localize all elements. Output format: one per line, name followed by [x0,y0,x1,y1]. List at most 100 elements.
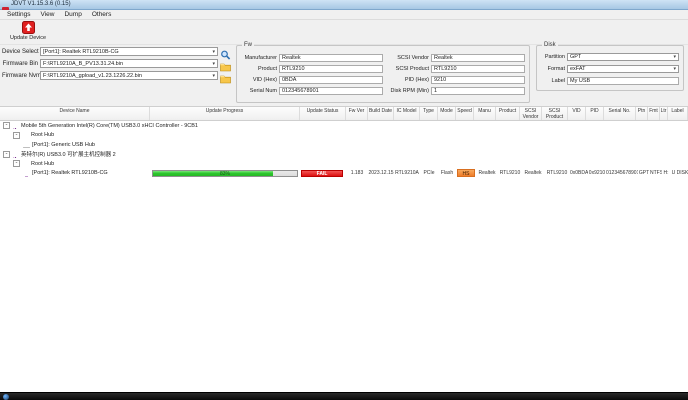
tree-row-controller-2[interactable]: - 英特尔(R) USB3.0 可扩展主机控制器 2 [0,150,688,160]
firmware-bin-combo[interactable]: F:\RTL9210A_B_PV13.31.24.bin ▾ [40,59,218,68]
col-ltr[interactable]: Ltr [660,107,668,120]
browse-firmware-bin-button[interactable] [220,59,231,69]
format-select[interactable]: exFAT ▾ [567,65,679,73]
tree-label: Mobile 5th Generation Intel(R) Core(TM) … [21,123,198,129]
disk-groupbox: Disk Partition GPT ▾ Format exFAT ▾ Labe… [536,45,684,91]
device-select-value: [Port1]: Realtek RTL9210B-CG [43,49,119,55]
col-build-date[interactable]: Build Date [368,107,394,120]
device-table: Device Name Update Progress Update Statu… [0,106,688,392]
collapse-toggle[interactable]: - [13,132,20,139]
cell-scsi-vendor: Realtek [522,169,544,178]
partition-label: Partition [541,54,565,60]
progress-bar: 83% [152,170,298,177]
collapse-toggle[interactable]: - [3,122,10,129]
cell-ptn: GPT [638,169,650,178]
tree-label: Root Hub [31,132,54,138]
col-scsi-vendor[interactable]: SCSI Vendor [520,107,542,120]
format-value: exFAT [570,66,586,72]
pid-field[interactable]: 9210 [431,76,525,84]
tree-row-generic-hub[interactable]: [Port1]: Generic USB Hub [0,140,688,150]
taskbar[interactable] [0,392,688,400]
firmware-bin-value: F:\RTL9210A_B_PV13.31.24.bin [43,61,123,67]
tree-row-active-device[interactable]: [Port1]: Realtek RTL9210B-CG 83% FAIL 1.… [0,169,688,179]
col-ic-model[interactable]: IC Model [394,107,420,120]
usb-device-icon [23,170,30,177]
menu-bar: Settings View Dump Others [0,10,688,20]
device-select-label: Device Select [2,49,38,55]
menu-item-view[interactable]: View [37,10,59,19]
progress-cell: 83% [150,170,300,177]
browse-firmware-nvm-button[interactable] [220,71,231,81]
tree-label: Root Hub [31,161,54,167]
collapse-toggle[interactable]: - [3,151,10,158]
start-button[interactable] [3,394,9,400]
col-vid[interactable]: VID [568,107,586,120]
col-type[interactable]: Type [420,107,438,120]
col-fw-ver[interactable]: Fw Ver [346,107,368,120]
status-badge: FAIL [301,170,343,178]
window-title: JDVT V1.15.3.6 (0.15) [11,1,71,8]
menu-item-settings[interactable]: Settings [3,10,35,19]
vid-field[interactable]: 0BDA [279,76,383,84]
menu-item-others[interactable]: Others [88,10,116,19]
rescan-button[interactable] [220,47,231,57]
product-field[interactable]: RTL9210 [279,65,383,73]
format-label: Format [541,66,565,72]
cell-ltr: H: [662,169,670,178]
manufacturer-label: Manufacturer [241,55,277,61]
collapse-toggle[interactable]: - [13,160,20,167]
toolbar: Update Device [0,20,688,45]
app-icon [2,1,9,8]
col-manu[interactable]: Manu [474,107,496,120]
col-label[interactable]: Label [668,107,688,120]
disk-rpm-field[interactable]: 1 [431,87,525,95]
cell-product: RTL9210 [498,169,522,178]
update-device-label: Update Device [5,35,51,41]
folder-icon [220,74,231,84]
col-scsi-product[interactable]: SCSI Product [542,107,568,120]
col-fmt[interactable]: Fmt [648,107,660,120]
cell-pid: 0x9210 [588,169,606,178]
chevron-down-icon: ▾ [212,73,215,79]
col-update-status[interactable]: Update Status [300,107,346,120]
tree-row-controller-1[interactable]: - Mobile 5th Generation Intel(R) Core(TM… [0,121,688,131]
col-product[interactable]: Product [496,107,520,120]
product-label: Product [241,66,277,72]
screen: JDVT V1.15.3.6 (0.15) Settings View Dump… [0,0,688,400]
update-device-icon [22,21,35,34]
partition-value: GPT [570,54,581,60]
hub-icon [22,160,29,167]
col-pid[interactable]: PID [586,107,604,120]
window-titlebar[interactable]: JDVT V1.15.3.6 (0.15) [0,0,688,10]
hub-icon [22,132,29,139]
device-select-combo[interactable]: [Port1]: Realtek RTL9210B-CG ▾ [40,47,218,56]
col-mode[interactable]: Mode [438,107,456,120]
scsi-vendor-field[interactable]: Realtek [431,54,525,62]
disk-group-legend: Disk [542,42,558,49]
partition-select[interactable]: GPT ▾ [567,53,679,61]
firmware-nvm-value: F:\RTL9210A_gpload_v1.23.1226.22.bin [43,73,142,79]
serial-num-field[interactable]: 012345678901 [279,87,383,95]
cell-scsi-product: RTL9210 [544,169,570,178]
firmware-nvm-combo[interactable]: F:\RTL9210A_gpload_v1.23.1226.22.bin ▾ [40,71,218,80]
col-update-progress[interactable]: Update Progress [150,107,300,120]
menu-item-dump[interactable]: Dump [60,10,85,19]
cell-type: PCIe [420,169,438,178]
manufacturer-field[interactable]: Realtek [279,54,383,62]
col-serial-no[interactable]: Serial No. [604,107,636,120]
tree-label: [Port1]: Generic USB Hub [32,142,95,148]
cell-vid: 0x0BDA [570,169,588,178]
scsi-product-label: SCSI Product [387,66,429,72]
update-device-button[interactable]: Update Device [5,21,51,44]
serial-num-label: Serial Num [241,88,277,94]
col-speed[interactable]: Speed [456,107,474,120]
usb-controller-icon [12,151,19,158]
tree-label: [Port1]: Realtek RTL9210B-CG [32,170,108,176]
disk-label-field[interactable]: My USB [567,77,679,85]
col-ptn[interactable]: Ptn [636,107,648,120]
tree-row-root-hub-2[interactable]: - Root Hub [0,159,688,169]
active-device-name-cell: [Port1]: Realtek RTL9210B-CG [0,170,150,177]
scsi-product-field[interactable]: RTL9210 [431,65,525,73]
col-device-name[interactable]: Device Name [0,107,150,120]
tree-row-root-hub-1[interactable]: - Root Hub [0,131,688,141]
